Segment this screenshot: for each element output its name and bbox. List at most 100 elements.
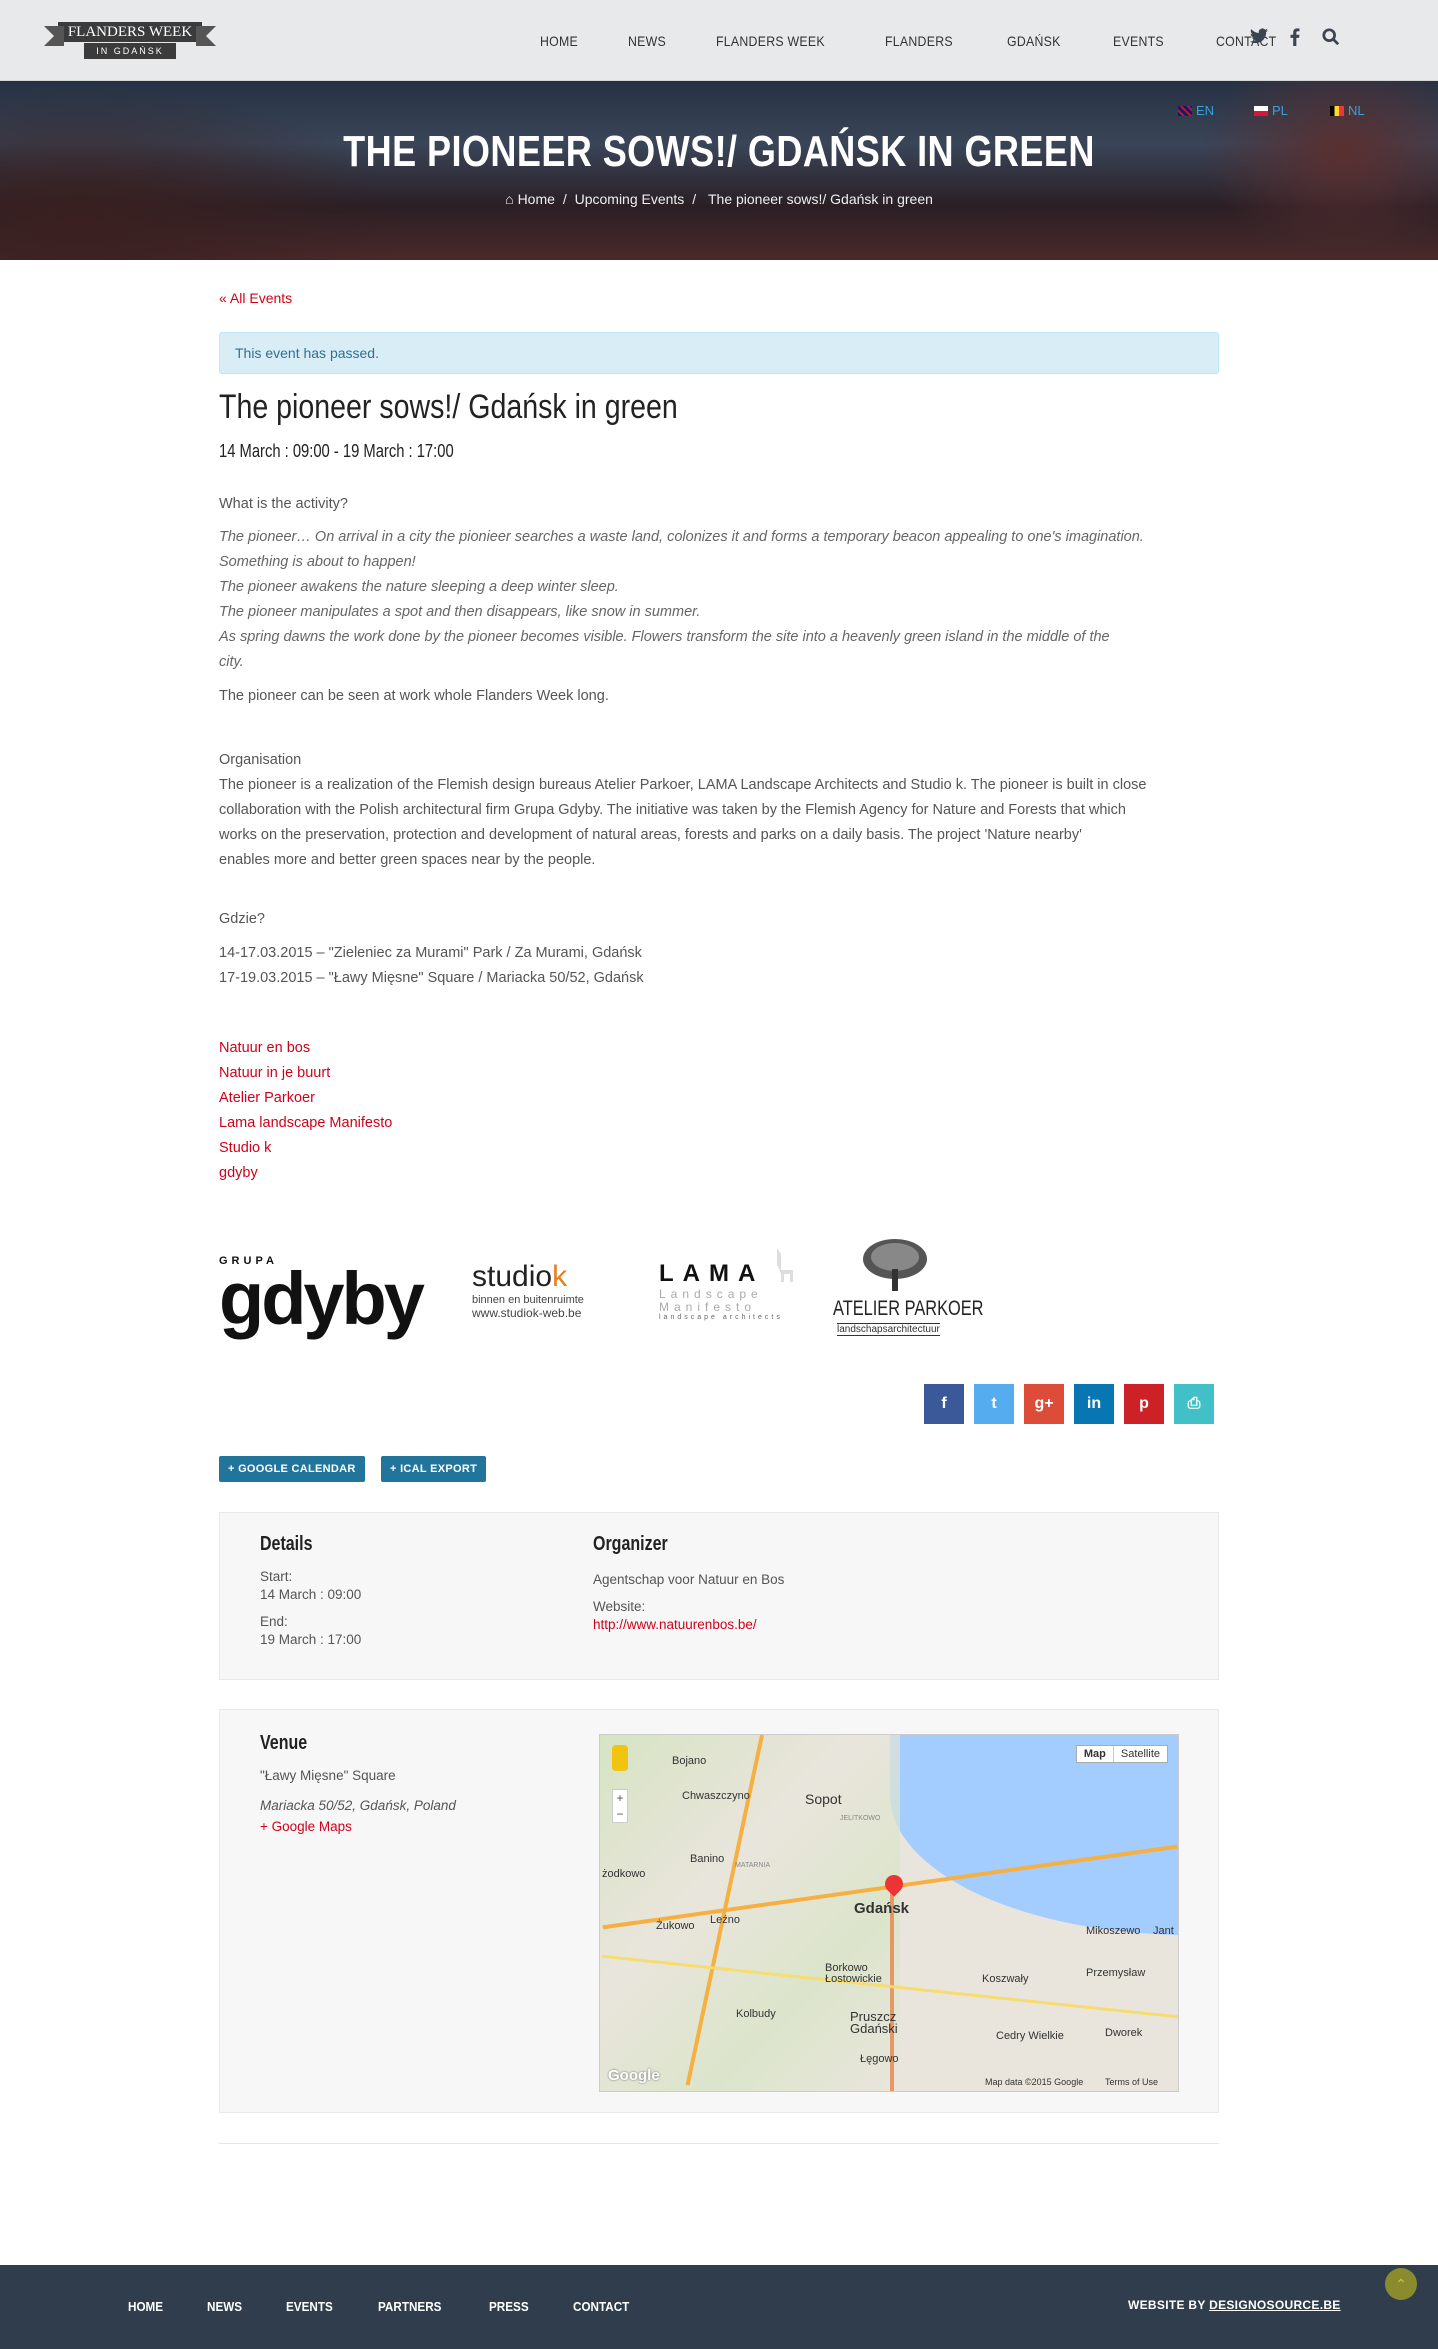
- map-label: Bojano: [672, 1755, 707, 1767]
- link-gdyby[interactable]: gdyby: [219, 1161, 258, 1186]
- tree-icon: [863, 1239, 927, 1291]
- link-natuur-in-je-buurt[interactable]: Natuur in je buurt: [219, 1061, 330, 1086]
- footer-nav: HOME NEWS EVENTS PARTNERS PRESS CONTACT: [128, 2299, 675, 2314]
- header-icons: [1250, 28, 1340, 46]
- studio-k-logo: studiok binnen en buitenruimte www.studi…: [472, 1260, 602, 1340]
- all-events-link[interactable]: « All Events: [219, 290, 292, 306]
- nav-flanders-week[interactable]: FLANDERS WEEK: [716, 33, 825, 49]
- nav-home[interactable]: HOME: [540, 33, 578, 49]
- map-type-map-button[interactable]: Map: [1077, 1746, 1113, 1762]
- map-label: Jant: [1153, 1925, 1174, 1937]
- credit-link[interactable]: DESIGNOSOURCE.BE: [1209, 2298, 1341, 2312]
- uk-flag-icon: [1178, 105, 1192, 116]
- search-icon[interactable]: [1322, 28, 1340, 46]
- venue-map[interactable]: Map Satellite + − Bojano Chwaszczyno Sopo…: [599, 1734, 1179, 2092]
- map-label: Żukowo: [656, 1920, 695, 1932]
- organizer-name: Agentschap voor Natuur en Bos: [593, 1572, 785, 1587]
- footer-nav-contact[interactable]: CONTACT: [573, 2299, 629, 2314]
- lang-en-label: EN: [1196, 103, 1215, 118]
- nav-gdansk[interactable]: GDAŃSK: [1007, 33, 1061, 49]
- breadcrumb-upcoming-events[interactable]: Upcoming Events: [575, 191, 685, 207]
- poland-flag-icon: [1254, 105, 1268, 116]
- link-atelier-parkoer[interactable]: Atelier Parkoer: [219, 1086, 315, 1111]
- breadcrumb-separator: /: [562, 191, 567, 207]
- footer-nav-news[interactable]: NEWS: [207, 2299, 242, 2314]
- share-buttons: f t g+ in p ⎙: [924, 1384, 1214, 1424]
- details-box: Details Start: 14 March : 09:00 End: 19 …: [219, 1512, 1219, 1680]
- organisation-line: enables more and better green spaces nea…: [219, 852, 596, 868]
- activity-line: As spring dawns the work done by the pio…: [219, 629, 1110, 645]
- main-nav: HOME NEWS FLANDERS WEEK FLANDERS GDAŃSK …: [540, 0, 1330, 81]
- organizer-website-link[interactable]: http://www.natuurenbos.be/: [593, 1616, 757, 1634]
- facebook-icon[interactable]: [1290, 28, 1300, 46]
- map-label: Chwaszczyno: [682, 1790, 750, 1802]
- google-plus-icon[interactable]: g+: [1024, 1384, 1064, 1424]
- grupa-gdyby-logo: GRUPA gdyby: [219, 1255, 429, 1339]
- footer-nav-events[interactable]: EVENTS: [286, 2299, 333, 2314]
- facebook-icon[interactable]: f: [924, 1384, 964, 1424]
- footer-nav-partners[interactable]: PARTNERS: [378, 2299, 441, 2314]
- belgium-flag-icon: [1330, 105, 1344, 116]
- map-sea: [890, 1735, 1178, 1935]
- organisation-line: works on the preservation, protection an…: [219, 827, 1082, 843]
- nav-flanders[interactable]: FLANDERS: [885, 33, 953, 49]
- footer-nav-home[interactable]: HOME: [128, 2299, 163, 2314]
- activity-line: The pioneer awakens the nature sleeping …: [219, 579, 619, 595]
- venue-name: "Ławy Mięsne" Square: [260, 1768, 396, 1783]
- event-title: The pioneer sows!/ Gdańsk in green: [219, 388, 678, 426]
- nav-events[interactable]: EVENTS: [1113, 33, 1164, 49]
- map-label: Sopot: [805, 1791, 842, 1807]
- page-title: THE PIONEER SOWS!/ GDAŃSK IN GREEN: [343, 127, 1095, 176]
- map-label: Mikoszewo: [1086, 1925, 1141, 1937]
- footer-nav-press[interactable]: PRESS: [489, 2299, 529, 2314]
- start-value: 14 March : 09:00: [260, 1587, 362, 1602]
- pinterest-icon[interactable]: p: [1124, 1384, 1164, 1424]
- site-logo[interactable]: FLANDERS WEEK IN GDAŃSK: [44, 22, 216, 62]
- linkedin-icon[interactable]: in: [1074, 1384, 1114, 1424]
- chevron-up-icon: ⌃: [1395, 2275, 1407, 2292]
- map-type-satellite-button[interactable]: Satellite: [1112, 1746, 1167, 1762]
- activity-line: Something is about to happen!: [219, 554, 416, 570]
- event-dates: 14 March : 09:00 - 19 March : 17:00: [219, 441, 454, 461]
- map-data-credit: Map data ©2015 Google: [985, 2077, 1084, 2087]
- activity-text: The pioneer… On arrival in a city the pi…: [219, 525, 1144, 675]
- map-label: Koszwały: [982, 1973, 1029, 1985]
- breadcrumb-home[interactable]: Home: [518, 191, 555, 207]
- website-label: Website:: [593, 1599, 646, 1614]
- nav-news[interactable]: NEWS: [628, 33, 666, 49]
- link-studio-k[interactable]: Studio k: [219, 1136, 271, 1161]
- map-type-toggle: Map Satellite: [1075, 1745, 1168, 1763]
- event-passed-alert: This event has passed.: [219, 332, 1219, 374]
- studiok-logo-url: www.studiok-web.be: [472, 1306, 582, 1320]
- twitter-icon[interactable]: t: [974, 1384, 1014, 1424]
- map-label: Łęgowo: [860, 2053, 899, 2065]
- scroll-to-top-button[interactable]: ⌃: [1385, 2268, 1417, 2300]
- pegman-icon[interactable]: [612, 1745, 628, 1771]
- lang-nl-label: NL: [1348, 103, 1365, 118]
- map-label: Kolbudy: [736, 2008, 776, 2020]
- lang-nl-link[interactable]: NL: [1330, 103, 1365, 118]
- google-maps-link[interactable]: + Google Maps: [260, 1818, 352, 1836]
- organisation-line: collaboration with the Polish architectu…: [219, 802, 1126, 818]
- organisation-line: The pioneer is a realization of the Flem…: [219, 777, 1147, 793]
- zoom-controls[interactable]: + −: [612, 1789, 628, 1823]
- twitter-icon[interactable]: [1250, 28, 1268, 44]
- lang-pl-link[interactable]: PL: [1254, 103, 1288, 118]
- parkoer-logo-text: ATELIER PARKOER: [833, 1297, 984, 1320]
- where-heading: Gdzie?: [219, 911, 265, 927]
- lang-en-link[interactable]: EN: [1178, 103, 1214, 118]
- google-calendar-button[interactable]: + GOOGLE CALENDAR: [219, 1456, 365, 1482]
- map-label: Cedry Wielkie: [996, 2030, 1064, 2042]
- ical-export-button[interactable]: + ICAL EXPORT: [381, 1456, 487, 1482]
- map-label: Gdańsk: [854, 1900, 910, 1917]
- link-lama-landscape[interactable]: Lama landscape Manifesto: [219, 1111, 392, 1136]
- footer-credit: WEBSITE BY DESIGNOSOURCE.BE: [1128, 2298, 1341, 2312]
- print-icon[interactable]: ⎙: [1174, 1384, 1214, 1424]
- end-label: End:: [260, 1614, 288, 1629]
- organizer-heading: Organizer: [593, 1533, 668, 1555]
- logo-title: FLANDERS WEEK: [44, 22, 216, 46]
- map-terms-link[interactable]: Terms of Use: [1105, 2077, 1158, 2087]
- activity-line: The pioneer manipulates a spot and then …: [219, 604, 701, 620]
- lama-logo-sub: landscape architects: [659, 1314, 783, 1321]
- link-natuur-en-bos[interactable]: Natuur en bos: [219, 1036, 310, 1061]
